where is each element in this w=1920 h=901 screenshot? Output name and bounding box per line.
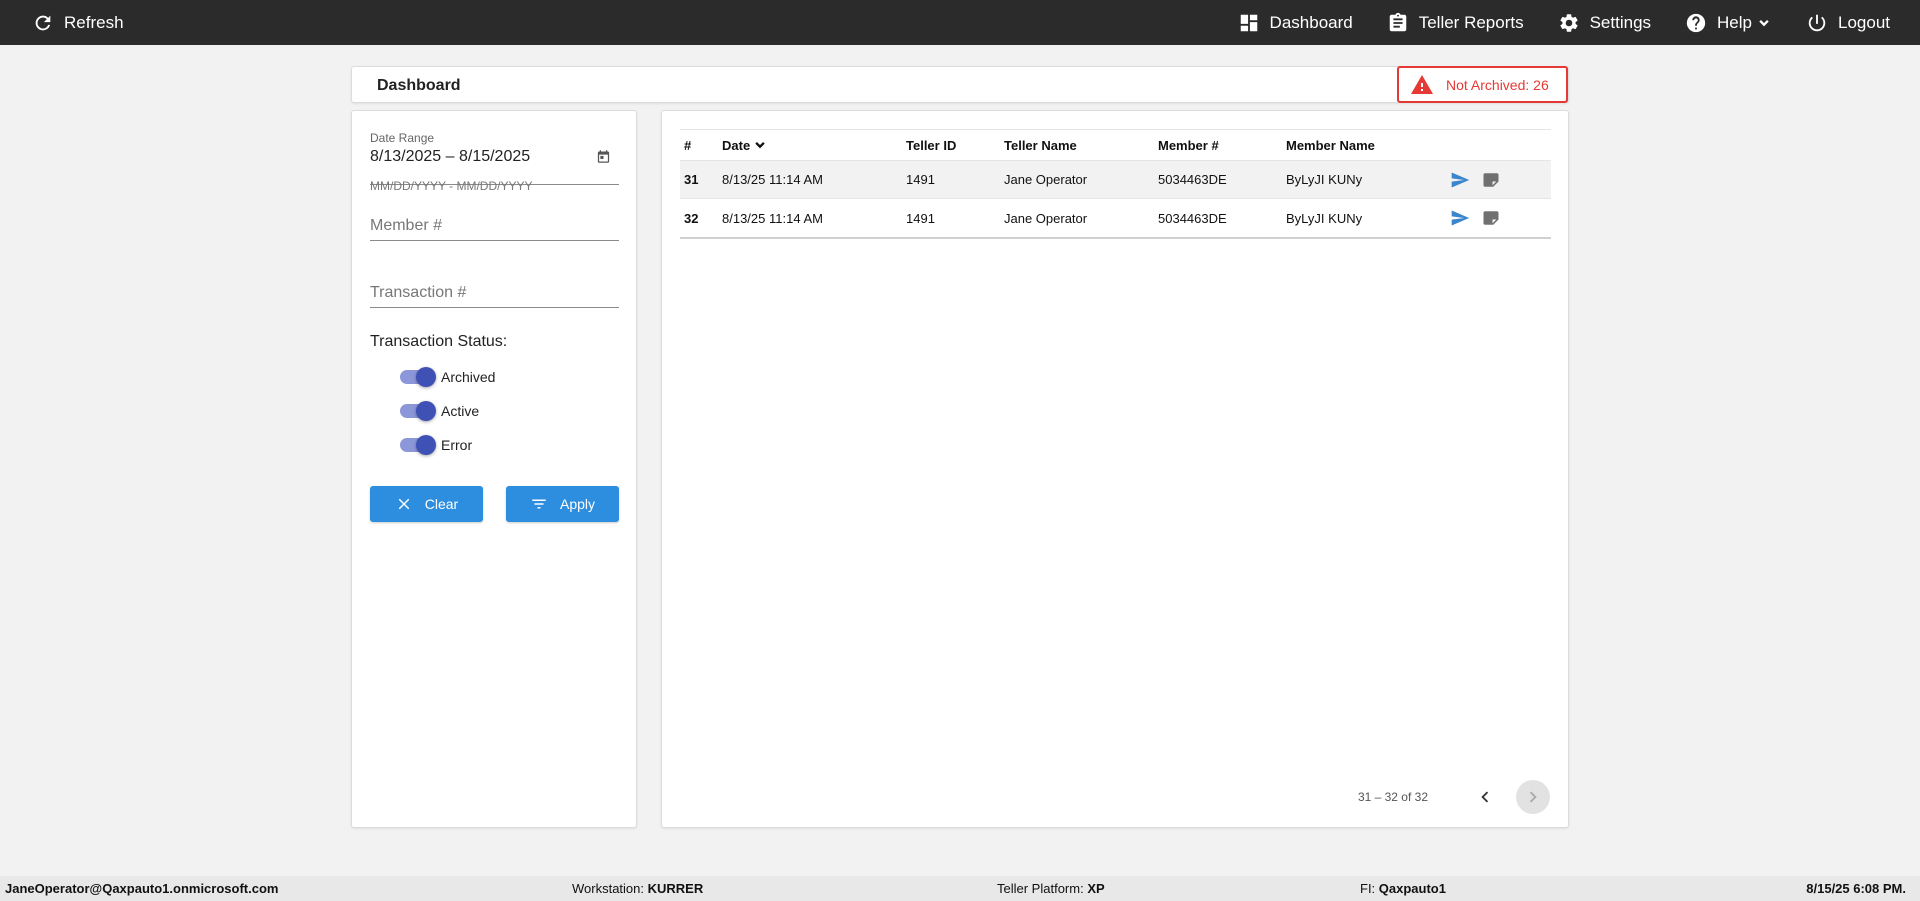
row-number: 32 bbox=[684, 210, 699, 226]
clear-button[interactable]: Clear bbox=[370, 486, 483, 522]
page-title: Dashboard bbox=[377, 77, 461, 94]
transactions-table-card: # Date Teller ID Teller Name Member # Me… bbox=[661, 110, 1569, 828]
transaction-status-label: Transaction Status: bbox=[370, 333, 508, 350]
not-archived-label: Not Archived: 26 bbox=[1446, 76, 1549, 93]
top-navigation-bar: Refresh Dashboard Teller Reports Setting… bbox=[0, 0, 1920, 45]
status-fi-label: FI: bbox=[1360, 881, 1379, 896]
toggle-error[interactable]: Error bbox=[400, 435, 472, 455]
nav-settings[interactable]: Settings bbox=[1558, 0, 1651, 45]
previous-page-button[interactable] bbox=[1468, 780, 1502, 814]
status-datetime: 8/15/25 6:08 PM. bbox=[1806, 881, 1906, 896]
close-icon bbox=[398, 498, 410, 510]
error-switch[interactable] bbox=[400, 435, 436, 455]
chevron-right-icon bbox=[1529, 791, 1537, 803]
nav-help-label: Help bbox=[1717, 12, 1752, 32]
nav-teller-reports-label: Teller Reports bbox=[1418, 12, 1524, 32]
row-date: 8/13/25 11:14 AM bbox=[722, 210, 823, 226]
note-icon[interactable] bbox=[1482, 171, 1500, 189]
gear-icon bbox=[1560, 13, 1578, 32]
status-bar: JaneOperator@Qaxpauto1.onmicrosoft.com W… bbox=[0, 876, 1920, 901]
nav-logout-label: Logout bbox=[1838, 12, 1890, 32]
column-header-number: # bbox=[684, 137, 692, 153]
chevron-left-icon bbox=[1481, 791, 1489, 803]
nav-help[interactable]: Help bbox=[1685, 0, 1772, 45]
filter-panel: Date Range 8/13/2025 – 8/15/2025 MM/DD/Y… bbox=[351, 110, 637, 828]
nav-dashboard[interactable]: Dashboard bbox=[1238, 0, 1353, 45]
row-date: 8/13/25 11:14 AM bbox=[722, 172, 823, 187]
row-teller-name: Jane Operator bbox=[1004, 210, 1088, 226]
help-icon bbox=[1686, 13, 1706, 32]
nav-logout[interactable]: Logout bbox=[1806, 0, 1890, 45]
date-range-label: Date Range bbox=[370, 131, 435, 145]
status-user: JaneOperator@Qaxpauto1.onmicrosoft.com bbox=[5, 881, 279, 896]
toggle-archived-label: Archived bbox=[441, 369, 496, 385]
column-header-teller-name: Teller Name bbox=[1004, 137, 1077, 153]
row-member-name: ByLyJI KUNy bbox=[1286, 210, 1363, 226]
row-member-name: ByLyJI KUNy bbox=[1286, 172, 1363, 187]
table-header-row: # Date Teller ID Teller Name Member # Me… bbox=[680, 130, 1551, 161]
status-fi-value: Qaxpauto1 bbox=[1378, 881, 1446, 896]
toggle-active-label: Active bbox=[441, 403, 480, 419]
not-archived-alert-button[interactable]: Not Archived: 26 bbox=[1397, 66, 1568, 103]
status-workstation-label: Workstation: bbox=[572, 881, 648, 896]
status-workstation-value: KURRER bbox=[647, 881, 704, 896]
status-teller-platform: Teller Platform: XP bbox=[997, 881, 1105, 896]
clipboard-icon bbox=[1389, 12, 1406, 31]
dashboard-icon bbox=[1240, 14, 1257, 31]
table-row[interactable]: 31 8/13/25 11:14 AM 1491 Jane Operator 5… bbox=[680, 161, 1551, 199]
transaction-number-input[interactable]: Transaction # bbox=[370, 280, 619, 308]
clear-label: Clear bbox=[424, 496, 459, 512]
column-header-member-name: Member Name bbox=[1286, 137, 1375, 153]
pagination: 31 – 32 of 32 bbox=[1358, 780, 1550, 814]
toggle-error-label: Error bbox=[441, 437, 473, 453]
nav-teller-reports[interactable]: Teller Reports bbox=[1387, 0, 1524, 45]
note-icon[interactable] bbox=[1482, 209, 1500, 227]
table-row[interactable]: 32 8/13/25 11:14 AM 1491 Jane Operator 5… bbox=[680, 199, 1551, 237]
column-header-date-label: Date bbox=[722, 137, 751, 153]
transactions-table: # Date Teller ID Teller Name Member # Me… bbox=[680, 129, 1551, 239]
column-header-teller-id: Teller ID bbox=[906, 137, 957, 153]
row-member-number: 5034463DE bbox=[1158, 172, 1227, 187]
status-teller-platform-value: XP bbox=[1087, 881, 1105, 896]
status-fi: FI: Qaxpauto1 bbox=[1360, 881, 1446, 896]
row-teller-name: Jane Operator bbox=[1004, 172, 1088, 187]
date-range-value: 8/13/2025 – 8/15/2025 bbox=[370, 148, 531, 165]
send-icon[interactable] bbox=[1450, 170, 1470, 190]
refresh-icon bbox=[35, 15, 51, 30]
archived-switch[interactable] bbox=[400, 367, 436, 387]
row-member-number: 5034463DE bbox=[1158, 210, 1227, 226]
status-workstation: Workstation: KURRER bbox=[572, 881, 703, 896]
row-actions bbox=[1450, 161, 1500, 198]
next-page-button[interactable] bbox=[1516, 780, 1550, 814]
apply-label: Apply bbox=[559, 496, 596, 512]
member-number-input[interactable]: Member # bbox=[370, 213, 619, 241]
column-header-date[interactable]: Date bbox=[722, 130, 768, 160]
warning-icon bbox=[1411, 74, 1433, 94]
row-number: 31 bbox=[684, 172, 699, 187]
power-icon bbox=[1808, 14, 1826, 31]
calendar-icon[interactable] bbox=[596, 149, 611, 164]
dashboard-header-card: Dashboard Not Archived: 26 bbox=[351, 66, 1569, 103]
sort-descending-icon bbox=[755, 142, 765, 149]
nav-dashboard-label: Dashboard bbox=[1269, 12, 1353, 32]
column-header-member-number: Member # bbox=[1158, 137, 1219, 153]
status-teller-platform-label: Teller Platform: bbox=[997, 881, 1088, 896]
date-range-hint: MM/DD/YYYY - MM/DD/YYYY bbox=[370, 179, 533, 193]
row-actions bbox=[1450, 199, 1500, 237]
toggle-active[interactable]: Active bbox=[400, 401, 479, 421]
toggle-archived[interactable]: Archived bbox=[400, 367, 495, 387]
filter-icon bbox=[532, 499, 546, 509]
nav-settings-label: Settings bbox=[1589, 12, 1652, 32]
row-teller-id: 1491 bbox=[906, 210, 935, 226]
active-switch[interactable] bbox=[400, 401, 436, 421]
refresh-label: Refresh bbox=[64, 12, 124, 32]
apply-button[interactable]: Apply bbox=[506, 486, 619, 522]
date-range-field[interactable]: Date Range 8/13/2025 – 8/15/2025 bbox=[370, 131, 619, 185]
pagination-range: 31 – 32 of 32 bbox=[1357, 790, 1428, 804]
chevron-down-icon bbox=[1759, 19, 1769, 26]
send-icon[interactable] bbox=[1450, 208, 1470, 228]
row-teller-id: 1491 bbox=[906, 172, 935, 187]
refresh-button[interactable]: Refresh bbox=[32, 0, 124, 45]
